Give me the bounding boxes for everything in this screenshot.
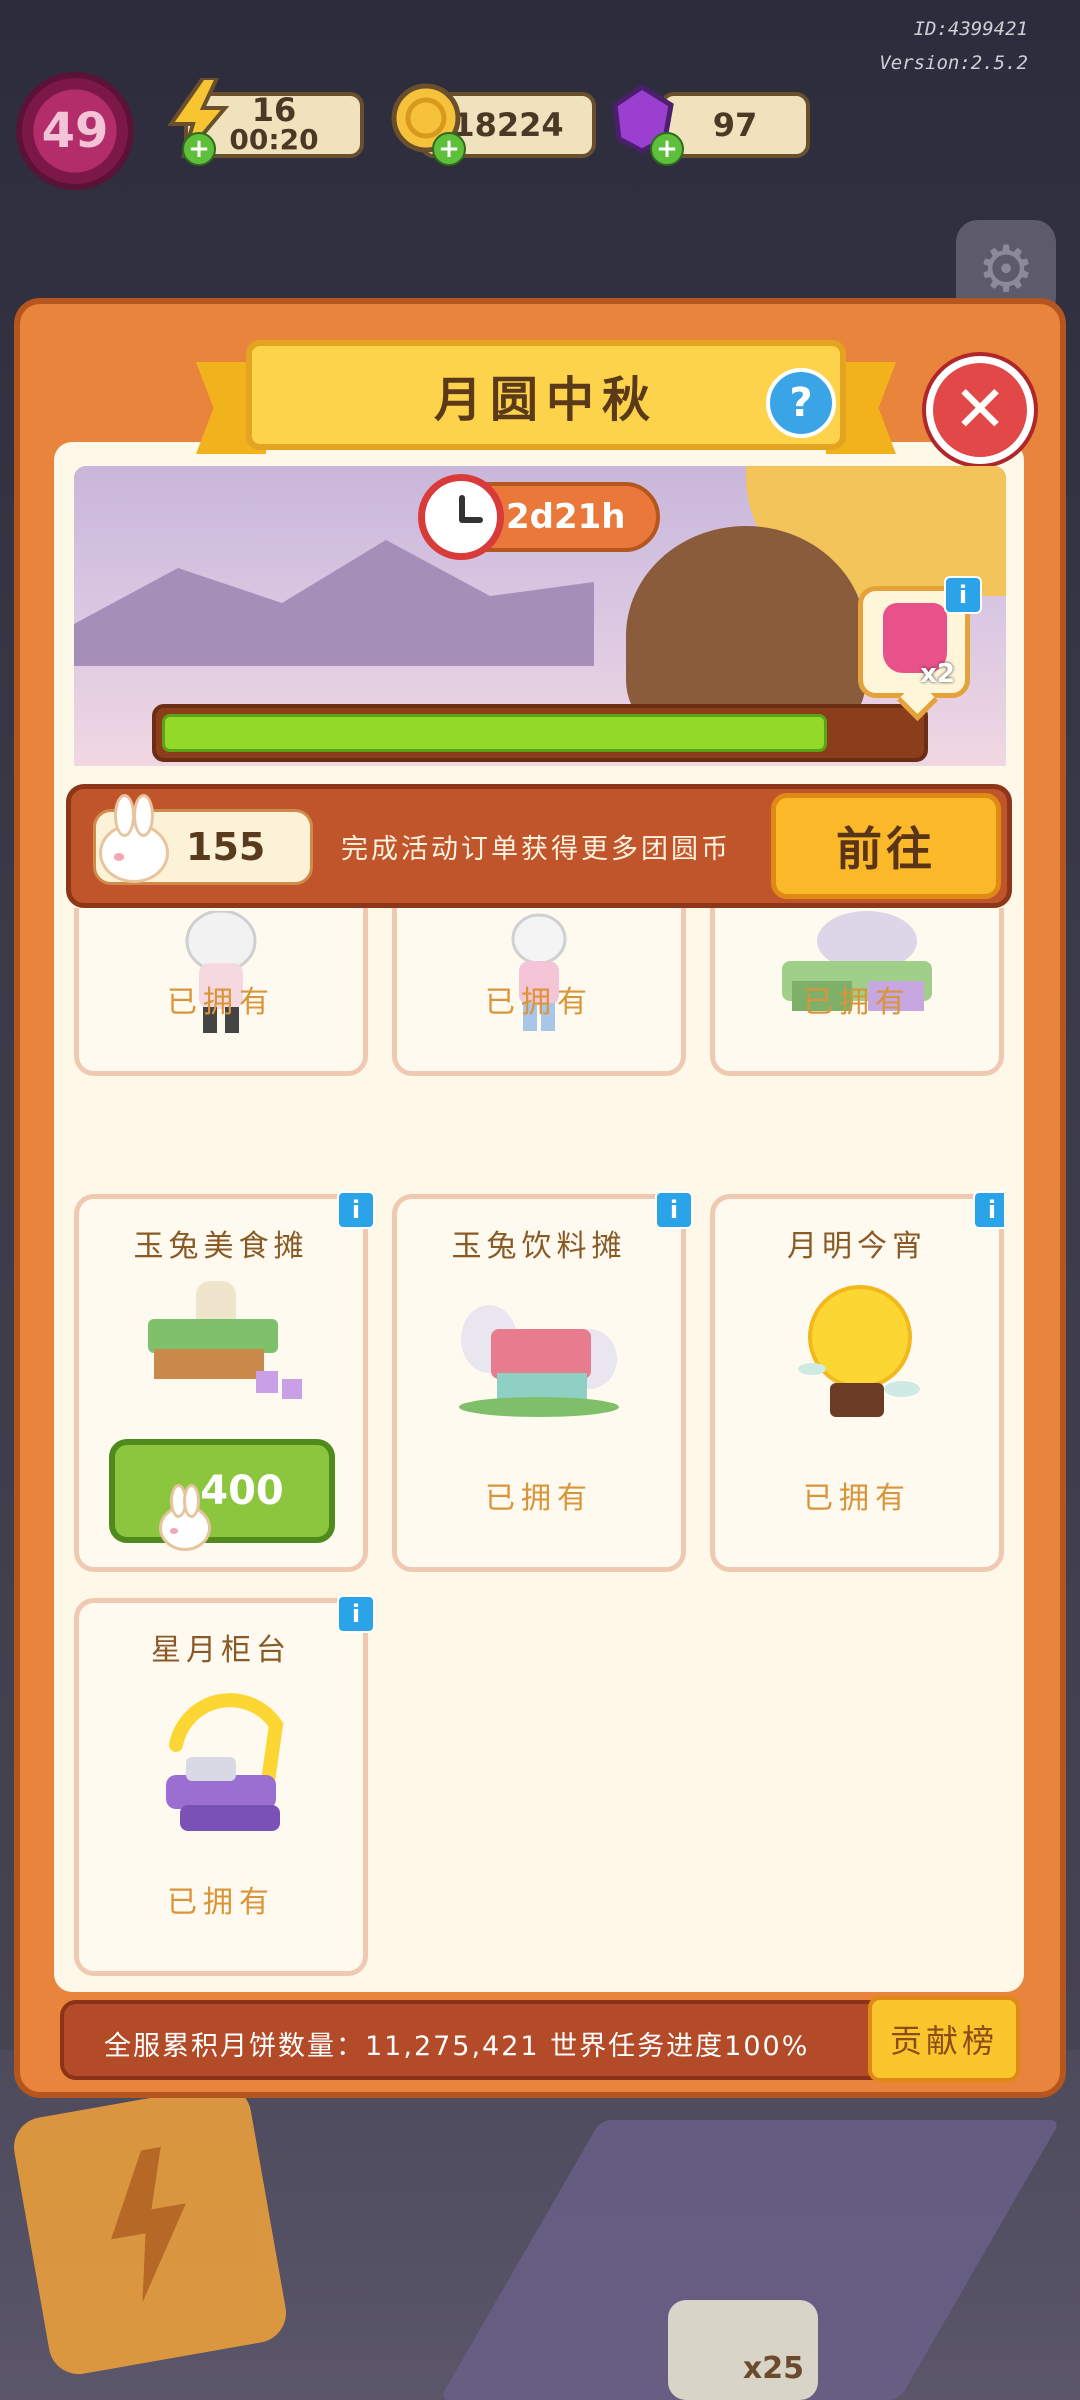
owned-label: 已拥有 — [803, 985, 911, 1020]
bunny-drink-stall-art — [459, 1305, 619, 1417]
full-moon-decoration-art — [798, 1285, 920, 1417]
game-version: Version:2.5.2 — [879, 52, 1028, 74]
energy-plus-button[interactable]: + — [182, 132, 216, 166]
item-title: 玉兔美食摊 — [133, 1229, 309, 1264]
girl-avatar-art — [185, 911, 257, 1033]
bunny-coin-icon — [99, 793, 169, 883]
energy-value: 16 — [251, 91, 297, 129]
bunny-food-stall-art — [148, 1281, 302, 1399]
owned-label: 已拥有 — [485, 1481, 593, 1516]
gem-value: 97 — [712, 106, 758, 144]
shop-item-grid: 已拥有 已拥有 已拥有 玉兔美食摊 400 i 玉兔饮料摊 已拥有 i 月明今宵… — [74, 908, 1004, 1988]
owned-label: 已拥有 — [485, 985, 593, 1020]
world-progress-text: 全服累积月饼数量：11,275,421 世界任务进度100% — [104, 2031, 810, 2062]
progress-fill — [162, 714, 827, 752]
shop-item-card[interactable]: 玉兔饮料摊 已拥有 i — [392, 1191, 693, 1572]
clock-icon — [418, 474, 504, 560]
contribution-rank-button[interactable]: 贡献榜 — [868, 1996, 1020, 2082]
event-currency-amount: 155 — [186, 825, 266, 869]
event-timer-text: 2d21h — [506, 497, 626, 537]
account-id: ID:4399421 — [913, 18, 1028, 40]
owned-label: 已拥有 — [803, 1481, 911, 1516]
gem-plus-button[interactable]: + — [650, 132, 684, 166]
shop-item-card[interactable]: 玉兔美食摊 400 i — [74, 1191, 375, 1572]
boy-avatar-art — [511, 913, 567, 1031]
background-energy-card — [9, 2081, 291, 2379]
close-button[interactable]: ✕ — [926, 356, 1034, 464]
item-info-icon[interactable]: i — [655, 1191, 693, 1229]
reward-multiplier: x2 — [920, 659, 955, 689]
background-item-tag: x25 — [668, 2300, 818, 2400]
player-level-badge[interactable]: 49 — [16, 72, 134, 190]
shop-item-card[interactable]: 已拥有 — [392, 908, 686, 1076]
shop-item-card[interactable]: 月明今宵 已拥有 i — [710, 1191, 1004, 1572]
owned-label: 已拥有 — [167, 985, 275, 1020]
shop-item-card[interactable]: 已拥有 — [710, 908, 1004, 1076]
buy-button[interactable]: 400 — [109, 1439, 335, 1543]
bunny-coin-icon — [159, 1484, 211, 1551]
item-title: 玉兔饮料摊 — [451, 1229, 627, 1264]
world-progress-bar: 全服累积月饼数量：11,275,421 世界任务进度100% 贡献榜 — [60, 1996, 1020, 2082]
item-title: 星月柜台 — [151, 1633, 291, 1668]
item-info-icon[interactable]: i — [973, 1191, 1004, 1229]
event-currency-bar: 155 完成活动订单获得更多团圆币 前往 — [66, 784, 1012, 908]
event-currency-description: 完成活动订单获得更多团圆币 — [341, 834, 731, 865]
reward-info-icon[interactable]: i — [944, 576, 982, 614]
item-info-icon[interactable]: i — [337, 1595, 375, 1633]
shop-item-card[interactable]: 星月柜台 已拥有 i — [74, 1595, 375, 1976]
go-button[interactable]: 前往 — [771, 793, 1001, 899]
title-banner: 月圆中秋 ? — [196, 326, 896, 466]
background-item-count: x25 — [742, 2351, 804, 2386]
event-progress-bar — [152, 704, 928, 762]
energy-timer: 00:20 — [229, 123, 319, 156]
item-info-icon[interactable]: i — [337, 1191, 375, 1229]
coin-plus-button[interactable]: + — [432, 132, 466, 166]
star-moon-counter-art — [166, 1693, 284, 1831]
modal-title: 月圆中秋 — [246, 340, 846, 450]
account-info: ID:4399421 Version:2.5.2 — [879, 12, 1028, 80]
help-icon[interactable]: ? — [766, 368, 836, 438]
player-level: 49 — [41, 103, 109, 159]
price-value: 400 — [200, 1468, 284, 1514]
owned-label: 已拥有 — [167, 1885, 275, 1920]
coin-value: 18224 — [452, 106, 564, 144]
item-title: 月明今宵 — [787, 1229, 927, 1264]
shop-item-card[interactable]: 已拥有 — [74, 908, 368, 1076]
